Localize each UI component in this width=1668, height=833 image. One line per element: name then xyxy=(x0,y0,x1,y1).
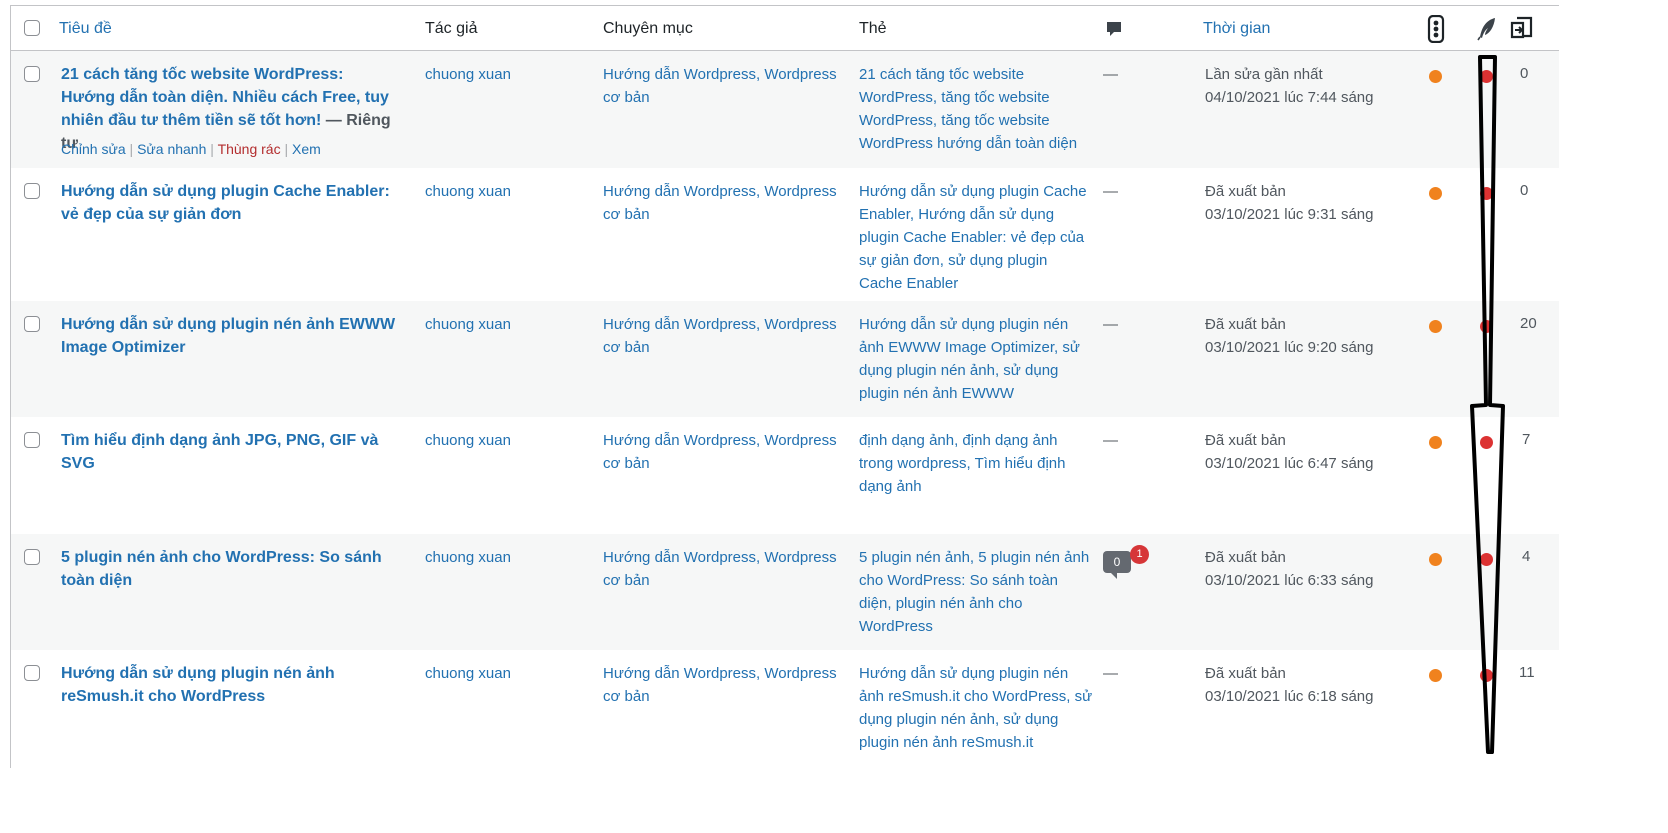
post-categories[interactable]: Hướng dẫn Wordpress, Wordpress cơ bản xyxy=(603,313,843,359)
post-categories[interactable]: Hướng dẫn Wordpress, Wordpress cơ bản xyxy=(603,662,843,708)
traffic-light-icon[interactable] xyxy=(1427,14,1445,47)
post-date-status: Đã xuất bản xyxy=(1205,432,1286,449)
post-comments: — xyxy=(1103,183,1118,200)
post-comments: — xyxy=(1103,66,1118,83)
post-tags[interactable]: định dạng ảnh, định dạng ảnh trong wordp… xyxy=(859,429,1084,498)
internal-links-count: 0 xyxy=(1520,65,1529,82)
post-tags[interactable]: Hướng dẫn sử dụng plugin Cache Enabler, … xyxy=(859,180,1094,295)
row-checkbox[interactable] xyxy=(24,316,40,332)
view-link[interactable]: Xem xyxy=(292,141,321,157)
post-comments: — xyxy=(1103,316,1118,333)
row-actions: Chỉnh sửa | Sửa nhanh | Thùng rác | Xem xyxy=(61,141,321,157)
row-checkbox[interactable] xyxy=(24,66,40,82)
column-author: Tác giả xyxy=(425,20,478,37)
internal-links-count: 7 xyxy=(1522,431,1531,448)
readability-score-dot xyxy=(1480,553,1493,566)
post-title[interactable]: Hướng dẫn sử dụng plugin nén ảnh reSmush… xyxy=(61,662,361,708)
internal-links-icon[interactable] xyxy=(1509,15,1535,45)
post-comments: — xyxy=(1103,665,1118,682)
post-author[interactable]: chuong xuan xyxy=(425,546,511,569)
seo-score-dot xyxy=(1429,70,1442,83)
table-row: Hướng dẫn sử dụng plugin nén ảnh EWWW Im… xyxy=(11,301,1559,417)
post-date: 03/10/2021 lúc 6:18 sáng xyxy=(1205,688,1374,705)
post-date: 03/10/2021 lúc 9:20 sáng xyxy=(1205,339,1374,356)
internal-links-count: 11 xyxy=(1519,664,1535,681)
readability-score-dot xyxy=(1480,70,1493,83)
row-checkbox[interactable] xyxy=(24,183,40,199)
column-title-sort[interactable]: Tiêu đề xyxy=(59,17,112,40)
column-date-sort[interactable]: Thời gian xyxy=(1203,17,1270,40)
post-author[interactable]: chuong xuan xyxy=(425,429,511,452)
readability-score-dot xyxy=(1480,320,1493,333)
column-categories: Chuyên mục xyxy=(603,20,693,37)
table-row: 5 plugin nén ảnh cho WordPress: So sánh … xyxy=(11,534,1559,650)
post-author[interactable]: chuong xuan xyxy=(425,313,511,336)
readability-score-dot xyxy=(1480,187,1493,200)
separator: | xyxy=(210,141,214,157)
post-date: 03/10/2021 lúc 6:33 sáng xyxy=(1205,572,1374,589)
post-tags[interactable]: 21 cách tăng tốc website WordPress, tăng… xyxy=(859,63,1094,155)
seo-score-dot xyxy=(1429,436,1442,449)
table-row: Hướng dẫn sử dụng plugin Cache Enabler: … xyxy=(11,168,1559,301)
separator: | xyxy=(284,141,289,157)
post-author[interactable]: chuong xuan xyxy=(425,662,511,685)
post-categories[interactable]: Hướng dẫn Wordpress, Wordpress cơ bản xyxy=(603,546,843,592)
post-title[interactable]: Hướng dẫn sử dụng plugin nén ảnh EWWW Im… xyxy=(61,313,406,359)
edit-link[interactable]: Chỉnh sửa xyxy=(61,141,126,157)
row-checkbox[interactable] xyxy=(24,432,40,448)
table-row: Hướng dẫn sử dụng plugin nén ảnh reSmush… xyxy=(11,650,1559,768)
post-categories[interactable]: Hướng dẫn Wordpress, Wordpress cơ bản xyxy=(603,180,843,226)
post-date: 04/10/2021 lúc 7:44 sáng xyxy=(1205,89,1374,106)
seo-score-dot xyxy=(1429,553,1442,566)
feather-icon[interactable] xyxy=(1477,17,1497,45)
post-tags[interactable]: 5 plugin nén ảnh, 5 plugin nén ảnh cho W… xyxy=(859,546,1094,638)
row-checkbox[interactable] xyxy=(24,549,40,565)
post-categories[interactable]: Hướng dẫn Wordpress, Wordpress cơ bản xyxy=(603,429,843,475)
separator: | xyxy=(129,141,134,157)
seo-score-dot xyxy=(1429,187,1442,200)
internal-links-count: 4 xyxy=(1522,548,1531,565)
post-date-status: Đã xuất bản xyxy=(1205,665,1286,682)
seo-score-dot xyxy=(1429,669,1442,682)
trash-link[interactable]: Thùng rác xyxy=(218,141,281,157)
table-row: Tìm hiểu định dạng ảnh JPG, PNG, GIF và … xyxy=(11,417,1559,534)
post-date-status: Đã xuất bản xyxy=(1205,316,1286,333)
post-tags[interactable]: Hướng dẫn sử dụng plugin nén ảnh reSmush… xyxy=(859,662,1094,754)
post-title[interactable]: 5 plugin nén ảnh cho WordPress: So sánh … xyxy=(61,546,391,592)
posts-table: Tiêu đề Tác giả Chuyên mục Thẻ Thời gian… xyxy=(10,5,1559,768)
row-checkbox[interactable] xyxy=(24,665,40,681)
post-date-status: Lần sửa gần nhất xyxy=(1205,66,1323,83)
post-title[interactable]: Hướng dẫn sử dụng plugin Cache Enabler: … xyxy=(61,180,406,226)
post-title[interactable]: Tìm hiểu định dạng ảnh JPG, PNG, GIF và … xyxy=(61,429,391,475)
internal-links-count: 0 xyxy=(1520,182,1529,199)
post-author[interactable]: chuong xuan xyxy=(425,180,511,203)
select-all-checkbox[interactable] xyxy=(24,20,40,36)
post-tags[interactable]: Hướng dẫn sử dụng plugin nén ảnh EWWW Im… xyxy=(859,313,1094,405)
pending-comments-badge[interactable]: 1 xyxy=(1130,545,1149,564)
post-comments: — xyxy=(1103,432,1118,449)
post-date-status: Đã xuất bản xyxy=(1205,549,1286,566)
post-date-status: Đã xuất bản xyxy=(1205,183,1286,200)
readability-score-dot xyxy=(1480,669,1493,682)
table-header: Tiêu đề Tác giả Chuyên mục Thẻ Thời gian xyxy=(11,6,1559,51)
comment-bubble-icon[interactable] xyxy=(1105,20,1123,42)
post-categories[interactable]: Hướng dẫn Wordpress, Wordpress cơ bản xyxy=(603,63,843,109)
post-date: 03/10/2021 lúc 9:31 sáng xyxy=(1205,206,1374,223)
seo-score-dot xyxy=(1429,320,1442,333)
comment-count-bubble[interactable]: 0 xyxy=(1103,551,1131,579)
internal-links-count: 20 xyxy=(1520,315,1537,332)
readability-score-dot xyxy=(1480,436,1493,449)
quick-edit-link[interactable]: Sửa nhanh xyxy=(137,141,206,157)
post-date: 03/10/2021 lúc 6:47 sáng xyxy=(1205,455,1374,472)
post-author[interactable]: chuong xuan xyxy=(425,63,511,86)
column-tags: Thẻ xyxy=(859,20,887,37)
table-row: 21 cách tăng tốc website WordPress: Hướn… xyxy=(11,51,1559,168)
